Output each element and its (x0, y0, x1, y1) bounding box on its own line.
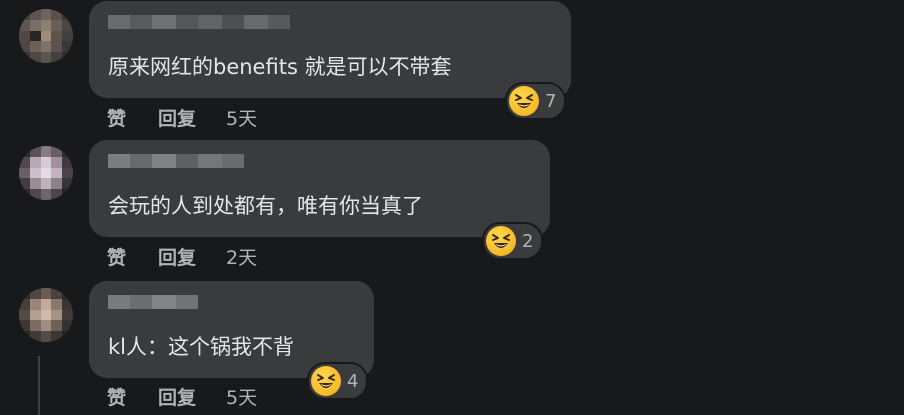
reaction-count: 4 (347, 370, 359, 392)
comment-actions: 赞 回复 2天 (107, 243, 257, 270)
reaction-badge[interactable]: 2 (482, 222, 544, 260)
comment-actions: 赞 回复 5天 (107, 104, 257, 131)
comment-thread: 原来网红的benefits 就是可以不带套 7 赞 回复 5天 会玩的人到处都有… (0, 0, 904, 415)
like-button[interactable]: 赞 (107, 383, 126, 410)
comment-text: kl人：这个锅我不背 (108, 335, 294, 359)
like-button[interactable]: 赞 (107, 104, 126, 131)
timestamp[interactable]: 2天 (226, 243, 257, 270)
reply-button[interactable]: 回复 (158, 104, 196, 131)
reaction-badge[interactable]: 7 (505, 82, 567, 120)
like-button[interactable]: 赞 (107, 243, 126, 270)
author-name[interactable] (108, 15, 290, 29)
laughing-emoji-icon (311, 366, 341, 396)
comment-actions: 赞 回复 5天 (107, 383, 257, 410)
timestamp[interactable]: 5天 (226, 383, 257, 410)
author-name[interactable] (108, 295, 198, 309)
laughing-emoji-icon (509, 86, 539, 116)
avatar[interactable] (19, 146, 73, 200)
avatar[interactable] (19, 288, 73, 342)
comment-text: 原来网红的benefits 就是可以不带套 (108, 55, 452, 79)
reaction-count: 2 (522, 230, 534, 252)
reaction-count: 7 (545, 90, 557, 112)
comment-bubble: 会玩的人到处都有，唯有你当真了 (89, 140, 550, 237)
reaction-badge[interactable]: 4 (307, 362, 369, 400)
reply-button[interactable]: 回复 (158, 383, 196, 410)
thread-connector-line (38, 356, 40, 415)
reply-button[interactable]: 回复 (158, 243, 196, 270)
comment-text: 会玩的人到处都有，唯有你当真了 (108, 194, 423, 218)
comment-bubble: 原来网红的benefits 就是可以不带套 (89, 1, 571, 98)
author-name[interactable] (108, 154, 244, 168)
laughing-emoji-icon (486, 226, 516, 256)
timestamp[interactable]: 5天 (226, 104, 257, 131)
avatar[interactable] (19, 9, 73, 63)
